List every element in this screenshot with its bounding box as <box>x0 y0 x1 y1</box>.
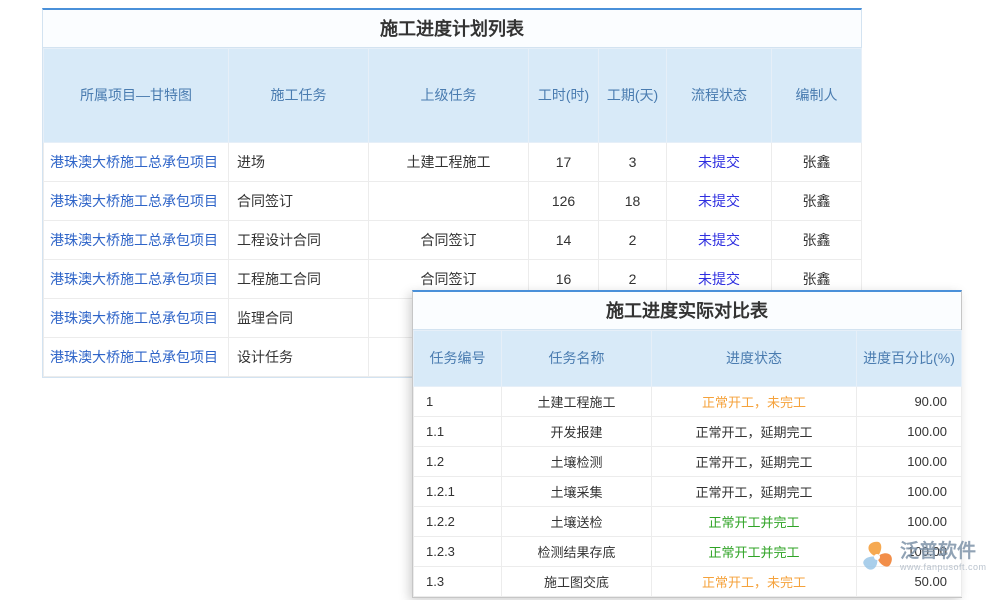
table-row: 1.2 土壤检测 正常开工，延期完工 100.00 <box>414 447 962 477</box>
progress-percent-cell: 100.00 <box>857 417 962 447</box>
task-name-cell: 施工图交底 <box>502 567 652 597</box>
hours-cell: 14 <box>529 221 599 260</box>
parent-task-cell <box>369 182 529 221</box>
flow-status-link[interactable]: 未提交 <box>667 182 772 221</box>
progress-status-cell: 正常开工，未完工 <box>652 387 857 417</box>
compare-table-title: 施工进度实际对比表 <box>413 292 961 330</box>
project-link[interactable]: 港珠澳大桥施工总承包项目 <box>44 143 229 182</box>
progress-status-cell: 正常开工，未完工 <box>652 567 857 597</box>
col-header-project: 所属项目—甘特图 <box>44 49 229 143</box>
task-name-cell: 检测结果存底 <box>502 537 652 567</box>
col-header-progress-percent: 进度百分比(%) <box>857 331 962 387</box>
col-header-task-name: 任务名称 <box>502 331 652 387</box>
task-name-cell: 开发报建 <box>502 417 652 447</box>
task-cell: 监理合同 <box>229 299 369 338</box>
project-link[interactable]: 港珠澳大桥施工总承包项目 <box>44 338 229 377</box>
col-header-task-no: 任务编号 <box>414 331 502 387</box>
table-row: 1 土建工程施工 正常开工，未完工 90.00 <box>414 387 962 417</box>
task-cell: 工程设计合同 <box>229 221 369 260</box>
col-header-hours: 工时(时) <box>529 49 599 143</box>
plan-header-row: 所属项目—甘特图 施工任务 上级任务 工时(时) 工期(天) 流程状态 编制人 <box>44 49 862 143</box>
table-row: 1.2.1 土壤采集 正常开工，延期完工 100.00 <box>414 477 962 507</box>
progress-status-cell: 正常开工，延期完工 <box>652 417 857 447</box>
task-name-cell: 土壤检测 <box>502 447 652 477</box>
col-header-task: 施工任务 <box>229 49 369 143</box>
task-cell: 设计任务 <box>229 338 369 377</box>
task-no-cell: 1.2 <box>414 447 502 477</box>
author-cell: 张鑫 <box>772 143 862 182</box>
col-header-parent-task: 上级任务 <box>369 49 529 143</box>
progress-status-cell: 正常开工并完工 <box>652 507 857 537</box>
task-name-cell: 土壤采集 <box>502 477 652 507</box>
task-cell: 进场 <box>229 143 369 182</box>
col-header-flow-status: 流程状态 <box>667 49 772 143</box>
author-cell: 张鑫 <box>772 182 862 221</box>
days-cell: 2 <box>599 221 667 260</box>
plan-table-title: 施工进度计划列表 <box>43 10 861 48</box>
progress-percent-cell: 100.00 <box>857 477 962 507</box>
author-cell: 张鑫 <box>772 221 862 260</box>
compare-header-row: 任务编号 任务名称 进度状态 进度百分比(%) <box>414 331 962 387</box>
col-header-progress-status: 进度状态 <box>652 331 857 387</box>
task-no-cell: 1 <box>414 387 502 417</box>
table-row: 1.3 施工图交底 正常开工，未完工 50.00 <box>414 567 962 597</box>
progress-percent-cell: 50.00 <box>857 567 962 597</box>
progress-percent-cell: 100.00 <box>857 447 962 477</box>
flow-status-link[interactable]: 未提交 <box>667 143 772 182</box>
task-no-cell: 1.2.1 <box>414 477 502 507</box>
progress-percent-cell: 100.00 <box>857 507 962 537</box>
task-name-cell: 土壤送检 <box>502 507 652 537</box>
task-no-cell: 1.2.2 <box>414 507 502 537</box>
flow-status-link[interactable]: 未提交 <box>667 221 772 260</box>
progress-status-cell: 正常开工，延期完工 <box>652 477 857 507</box>
project-link[interactable]: 港珠澳大桥施工总承包项目 <box>44 260 229 299</box>
table-row: 1.2.3 检测结果存底 正常开工并完工 100.00 <box>414 537 962 567</box>
hours-cell: 126 <box>529 182 599 221</box>
task-no-cell: 1.3 <box>414 567 502 597</box>
progress-percent-cell: 100.00 <box>857 537 962 567</box>
col-header-days: 工期(天) <box>599 49 667 143</box>
task-no-cell: 1.2.3 <box>414 537 502 567</box>
project-link[interactable]: 港珠澳大桥施工总承包项目 <box>44 221 229 260</box>
project-link[interactable]: 港珠澳大桥施工总承包项目 <box>44 299 229 338</box>
progress-status-cell: 正常开工并完工 <box>652 537 857 567</box>
parent-task-cell: 土建工程施工 <box>369 143 529 182</box>
table-row: 1.2.2 土壤送检 正常开工并完工 100.00 <box>414 507 962 537</box>
col-header-author: 编制人 <box>772 49 862 143</box>
days-cell: 3 <box>599 143 667 182</box>
table-row: 港珠澳大桥施工总承包项目 进场 土建工程施工 17 3 未提交 张鑫 <box>44 143 862 182</box>
compare-table: 任务编号 任务名称 进度状态 进度百分比(%) 1 土建工程施工 正常开工，未完… <box>413 330 962 597</box>
days-cell: 18 <box>599 182 667 221</box>
table-row: 港珠澳大桥施工总承包项目 合同签订 126 18 未提交 张鑫 <box>44 182 862 221</box>
table-row: 1.1 开发报建 正常开工，延期完工 100.00 <box>414 417 962 447</box>
progress-percent-cell: 90.00 <box>857 387 962 417</box>
compare-table-card: 施工进度实际对比表 任务编号 任务名称 进度状态 进度百分比(%) 1 土建工程… <box>412 290 962 598</box>
hours-cell: 17 <box>529 143 599 182</box>
parent-task-cell: 合同签订 <box>369 221 529 260</box>
progress-status-cell: 正常开工，延期完工 <box>652 447 857 477</box>
task-cell: 合同签订 <box>229 182 369 221</box>
task-no-cell: 1.1 <box>414 417 502 447</box>
task-cell: 工程施工合同 <box>229 260 369 299</box>
project-link[interactable]: 港珠澳大桥施工总承包项目 <box>44 182 229 221</box>
task-name-cell: 土建工程施工 <box>502 387 652 417</box>
table-row: 港珠澳大桥施工总承包项目 工程设计合同 合同签订 14 2 未提交 张鑫 <box>44 221 862 260</box>
